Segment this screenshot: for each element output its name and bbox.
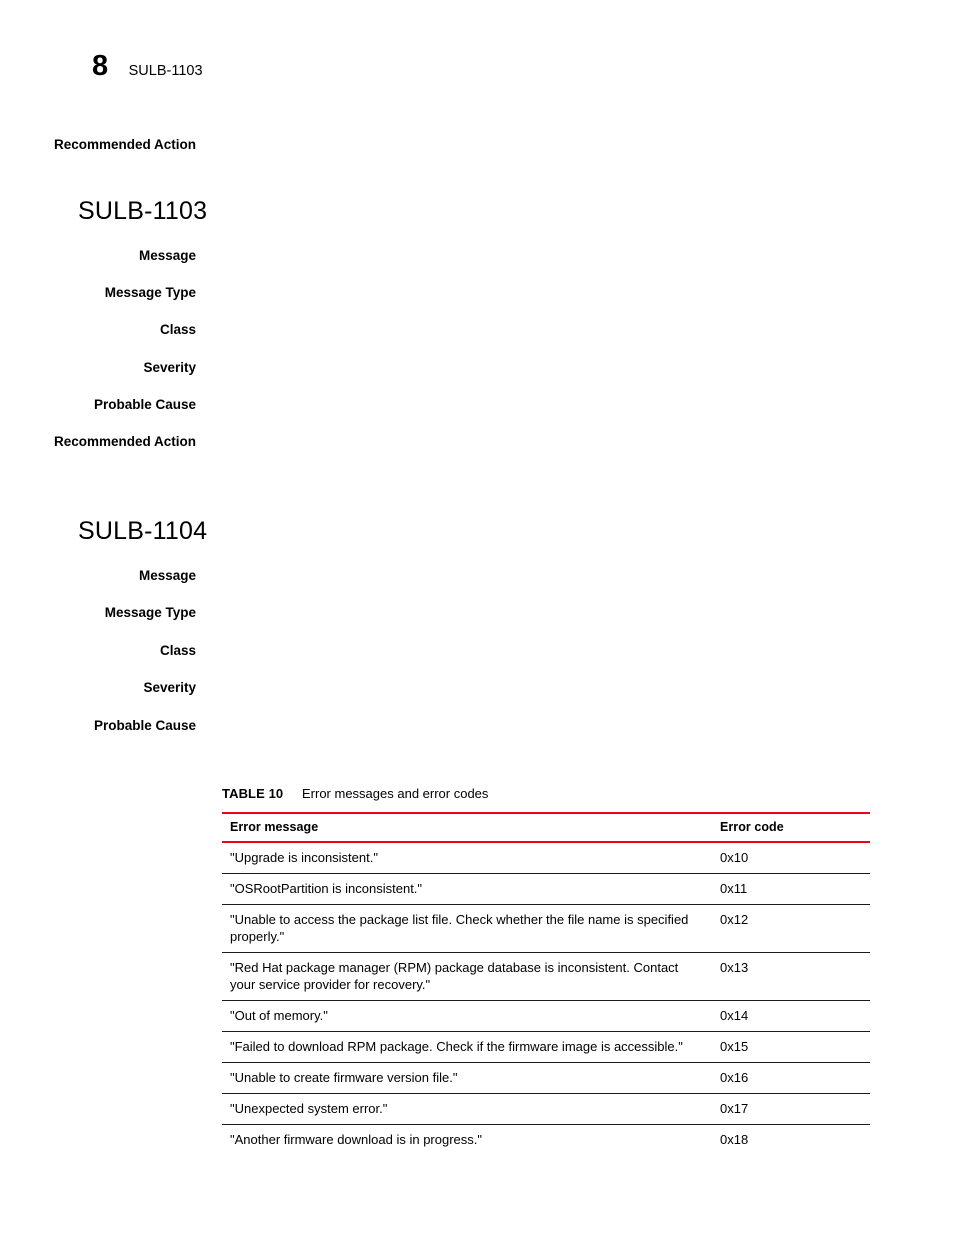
cell-error-code: 0x14 xyxy=(712,1000,870,1032)
label-class-2: Class xyxy=(159,643,196,658)
cell-error-message: "Upgrade is inconsistent." xyxy=(222,842,712,874)
cell-error-message: "Unexpected system error." xyxy=(222,1093,712,1125)
label-recommended-action-2: Recommended Action xyxy=(53,434,196,449)
label-message: Message xyxy=(138,248,196,263)
table-block: TABLE 10 Error messages and error codes … xyxy=(222,786,870,1155)
cell-error-code: 0x10 xyxy=(712,842,870,874)
table-row: "Another firmware download is in progres… xyxy=(222,1125,870,1156)
table-row: "Red Hat package manager (RPM) package d… xyxy=(222,952,870,1001)
label-probable-cause-2: Probable Cause xyxy=(93,718,196,733)
cell-error-message: "Unable to create firmware version file.… xyxy=(222,1062,712,1094)
cell-error-code: 0x15 xyxy=(712,1031,870,1063)
label-recommended-action: Recommended Action xyxy=(53,137,196,152)
table-row: "Failed to download RPM package. Check i… xyxy=(222,1031,870,1063)
table-row: "OSRootPartition is inconsistent." 0x11 xyxy=(222,873,870,905)
table-body: "Upgrade is inconsistent." 0x10 "OSRootP… xyxy=(222,842,870,1155)
table-header-row: Error message Error code xyxy=(222,812,870,843)
heading-sulb-1103: SULB-1103 xyxy=(78,197,208,225)
cell-error-code: 0x18 xyxy=(720,1132,749,1147)
table-caption-label: TABLE 10 xyxy=(222,786,284,801)
cell-error-message: "Red Hat package manager (RPM) package d… xyxy=(222,952,712,1001)
running-header-title: SULB-1103 xyxy=(128,63,203,79)
label-message-2: Message xyxy=(138,568,196,583)
column-header-error-code: Error code xyxy=(712,812,870,843)
heading-sulb-1104: SULB-1104 xyxy=(78,517,208,545)
table-row: "Unexpected system error." 0x17 xyxy=(222,1093,870,1125)
table-caption-text: Error messages and error codes xyxy=(302,786,489,801)
page-number: 8 xyxy=(92,50,108,82)
cell-error-message: "Unable to access the package list file.… xyxy=(222,904,712,953)
table-row: "Unable to create firmware version file.… xyxy=(222,1062,870,1094)
label-severity-2: Severity xyxy=(143,680,196,695)
cell-error-code: 0x11 xyxy=(712,873,870,905)
table-header: Error message Error code xyxy=(222,812,870,843)
cell-error-message: "Another firmware download is in progres… xyxy=(230,1132,483,1147)
label-severity: Severity xyxy=(143,360,196,375)
cell-error-code: 0x13 xyxy=(712,952,870,1001)
page-running-header: 8 SULB-1103 xyxy=(92,52,203,81)
cell-error-message: "Out of memory." xyxy=(222,1000,712,1032)
label-probable-cause: Probable Cause xyxy=(93,397,196,412)
column-header-error-message: Error message xyxy=(222,812,712,843)
label-class: Class xyxy=(159,322,196,337)
table-row: "Out of memory." 0x14 xyxy=(222,1000,870,1032)
cell-error-message: "Failed to download RPM package. Check i… xyxy=(222,1031,712,1063)
cell-error-code: 0x12 xyxy=(712,904,870,953)
error-codes-table: Error message Error code "Upgrade is inc… xyxy=(222,812,870,1155)
table-row: "Unable to access the package list file.… xyxy=(222,904,870,953)
cell-error-message: "OSRootPartition is inconsistent." xyxy=(222,873,712,905)
table-row: "Upgrade is inconsistent." 0x10 xyxy=(222,842,870,874)
table-caption: TABLE 10 Error messages and error codes xyxy=(222,786,870,801)
label-message-type-2: Message Type xyxy=(104,605,196,620)
cell-error-code: 0x17 xyxy=(712,1093,870,1125)
label-message-type: Message Type xyxy=(104,285,196,300)
cell-error-code: 0x16 xyxy=(712,1062,870,1094)
